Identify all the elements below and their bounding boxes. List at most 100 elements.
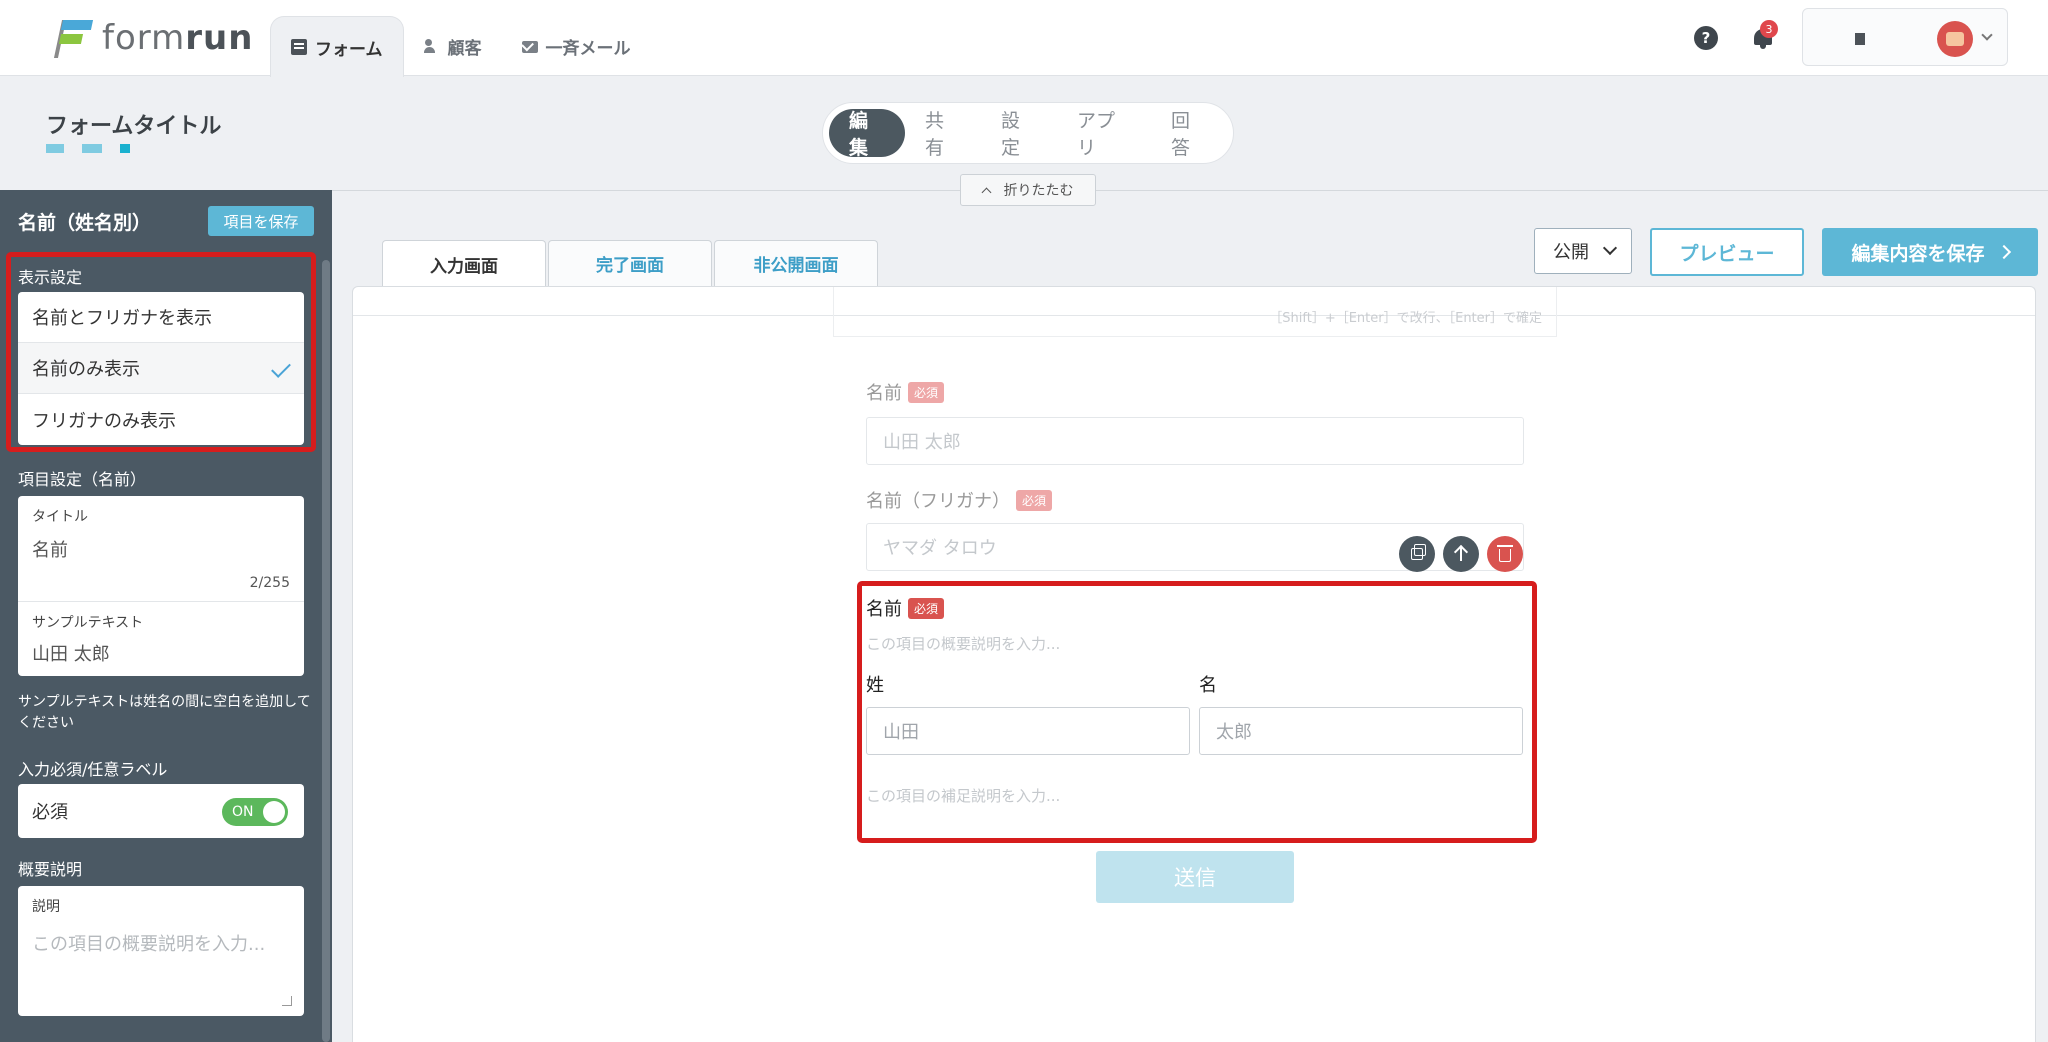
ghost-hint: ［Shift］+［Enter］で改行、［Enter］で確定 (1269, 311, 1542, 326)
mode-edit[interactable]: 編集 (829, 109, 905, 159)
title-field[interactable]: タイトル 名前 2/255 (18, 496, 304, 602)
description-field-label: 説明 (32, 899, 60, 915)
description-field[interactable]: 説明 この項目の概要説明を入力... (18, 886, 304, 1016)
form-title[interactable]: フォームタイトル (46, 108, 221, 140)
sample-text-value: 山田 太郎 (32, 644, 110, 665)
check-icon (271, 358, 291, 378)
chevron-up-icon (981, 187, 991, 197)
last-name-input[interactable]: 山田 (866, 707, 1190, 755)
avatar (1937, 21, 1973, 57)
resize-handle-icon[interactable] (282, 996, 292, 1006)
required-badge: 必須 (908, 597, 945, 619)
move-up-button[interactable] (1443, 536, 1479, 572)
first-name-label: 名 (1199, 675, 1217, 696)
form-canvas: ［Shift］+［Enter］で改行、［Enter］で確定 名前 必須 山田 太… (352, 286, 2036, 1042)
option-name-and-kana[interactable]: 名前とフリガナを表示 (18, 292, 304, 343)
field-supplement-placeholder[interactable]: この項目の補足説明を入力... (866, 785, 1060, 806)
copy-icon (1411, 544, 1426, 560)
description-label: 概要説明 (18, 860, 83, 879)
tab-complete-screen[interactable]: 完了画面 (548, 240, 712, 286)
field-name-label: 名前 (866, 383, 902, 404)
preview-button[interactable]: プレビュー (1650, 228, 1804, 276)
document-icon (291, 39, 307, 55)
display-settings-label: 表示設定 (18, 268, 83, 287)
title-progress-indicator (46, 144, 148, 153)
chevron-right-icon (1996, 244, 2011, 260)
trash-icon (1497, 545, 1513, 562)
last-name-label: 姓 (866, 675, 884, 696)
field-kana-label: 名前（フリガナ） (866, 491, 1010, 512)
help-icon[interactable]: ? (1694, 26, 1718, 50)
field-name[interactable]: 名前 必須 (866, 379, 945, 405)
formrun-logo[interactable]: formrun (53, 18, 254, 58)
chevron-down-icon (1981, 29, 1993, 41)
submit-button[interactable]: 送信 (1096, 851, 1294, 903)
header-divider (332, 190, 2048, 191)
account-menu[interactable] (1802, 8, 2008, 66)
sample-text-note: サンプルテキストは姓名の間に空白を追加してください (18, 694, 311, 731)
sidebar-scrollbar[interactable] (322, 260, 330, 1042)
nav-tab-mail[interactable]: 一斉メール (502, 16, 651, 76)
logo-mark-icon (53, 18, 96, 58)
nav-tab-mail-label: 一斉メール (545, 38, 631, 59)
display-options: 名前とフリガナを表示 名前のみ表示 フリガナのみ表示 (18, 292, 304, 445)
field-split-name-label-row: 名前 必須 (866, 595, 945, 621)
logo-text-light: form (102, 18, 186, 58)
sample-text-label: サンプルテキスト (32, 615, 144, 631)
collapse-button[interactable]: 折りたたむ (960, 174, 1096, 206)
sample-text-field[interactable]: サンプルテキスト 山田 太郎 (18, 602, 304, 676)
first-name-input[interactable]: 太郎 (1199, 707, 1523, 755)
required-setting: 必須 ON (18, 784, 304, 838)
description-field-inner: 説明 この項目の概要説明を入力... (18, 886, 304, 966)
required-label: 入力必須/任意ラベル (18, 760, 168, 779)
field-kana-label-row: 名前（フリガナ） 必須 (866, 487, 1053, 513)
account-name-placeholder (1855, 33, 1865, 45)
delete-button[interactable] (1487, 536, 1523, 572)
chevron-down-icon (1602, 240, 1618, 256)
nav-tab-customers[interactable]: 顧客 (404, 16, 502, 76)
nav-tab-customers-label: 顧客 (447, 38, 482, 59)
item-settings-label: 項目設定（名前） (18, 470, 147, 489)
title-field-label: タイトル (32, 509, 88, 525)
title-field-value: 名前 (32, 540, 68, 561)
mode-switcher: 編集 共有 設定 アプリ 回答 (822, 102, 1234, 164)
option-label: フリガナのみ表示 (32, 410, 176, 432)
mail-icon (521, 41, 538, 53)
save-changes-label: 編集内容を保存 (1851, 242, 1985, 265)
field-kana[interactable]: 名前（フリガナ） 必須 (866, 487, 1053, 513)
field-description-placeholder[interactable]: この項目の概要説明を入力... (866, 633, 1060, 654)
previous-field-ghost[interactable]: ［Shift］+［Enter］で改行、［Enter］で確定 (833, 287, 1557, 337)
main-nav: フォーム 顧客 一斉メール (270, 16, 651, 77)
mode-settings[interactable]: 設定 (981, 109, 1057, 159)
users-icon (423, 38, 440, 54)
top-navbar: formrun フォーム 顧客 一斉メール ? 3 (0, 0, 2048, 77)
duplicate-button[interactable] (1399, 536, 1435, 572)
option-name-only[interactable]: 名前のみ表示 (18, 343, 304, 394)
item-settings-sidebar: 名前（姓名別） 項目を保存 表示設定 名前とフリガナを表示 名前のみ表示 フリガ… (0, 190, 332, 1042)
required-toggle[interactable]: ON (222, 798, 288, 826)
nav-tab-form[interactable]: フォーム (270, 16, 404, 77)
option-kana-only[interactable]: フリガナのみ表示 (18, 394, 304, 445)
field-split-name-label: 名前 (866, 599, 902, 620)
logo-text-bold: run (185, 18, 254, 58)
publish-status-select[interactable]: 公開 (1534, 228, 1632, 274)
mode-apps[interactable]: アプリ (1057, 109, 1151, 159)
screen-tabs: 入力画面 完了画面 非公開画面 (382, 240, 880, 287)
description-placeholder: この項目の概要説明を入力... (32, 934, 266, 955)
collapse-label: 折りたたむ (1003, 183, 1074, 199)
field-split-name[interactable]: 名前 必須 (866, 595, 945, 621)
item-settings-card: タイトル 名前 2/255 サンプルテキスト 山田 太郎 (18, 496, 304, 676)
name-input[interactable]: 山田 太郎 (866, 417, 1524, 465)
title-char-count: 2/255 (249, 575, 290, 591)
arrow-up-icon (1460, 547, 1462, 561)
tab-input-screen[interactable]: 入力画面 (382, 240, 546, 287)
mode-responses[interactable]: 回答 (1151, 109, 1227, 159)
save-item-button[interactable]: 項目を保存 (208, 206, 314, 236)
sidebar-title: 名前（姓名別） (18, 212, 152, 234)
save-changes-button[interactable]: 編集内容を保存 (1822, 228, 2038, 276)
required-badge: 必須 (1016, 489, 1053, 511)
mode-share[interactable]: 共有 (905, 109, 981, 159)
tab-private-screen[interactable]: 非公開画面 (714, 240, 878, 286)
publish-status-value: 公開 (1553, 242, 1589, 263)
option-label: 名前のみ表示 (32, 359, 140, 380)
